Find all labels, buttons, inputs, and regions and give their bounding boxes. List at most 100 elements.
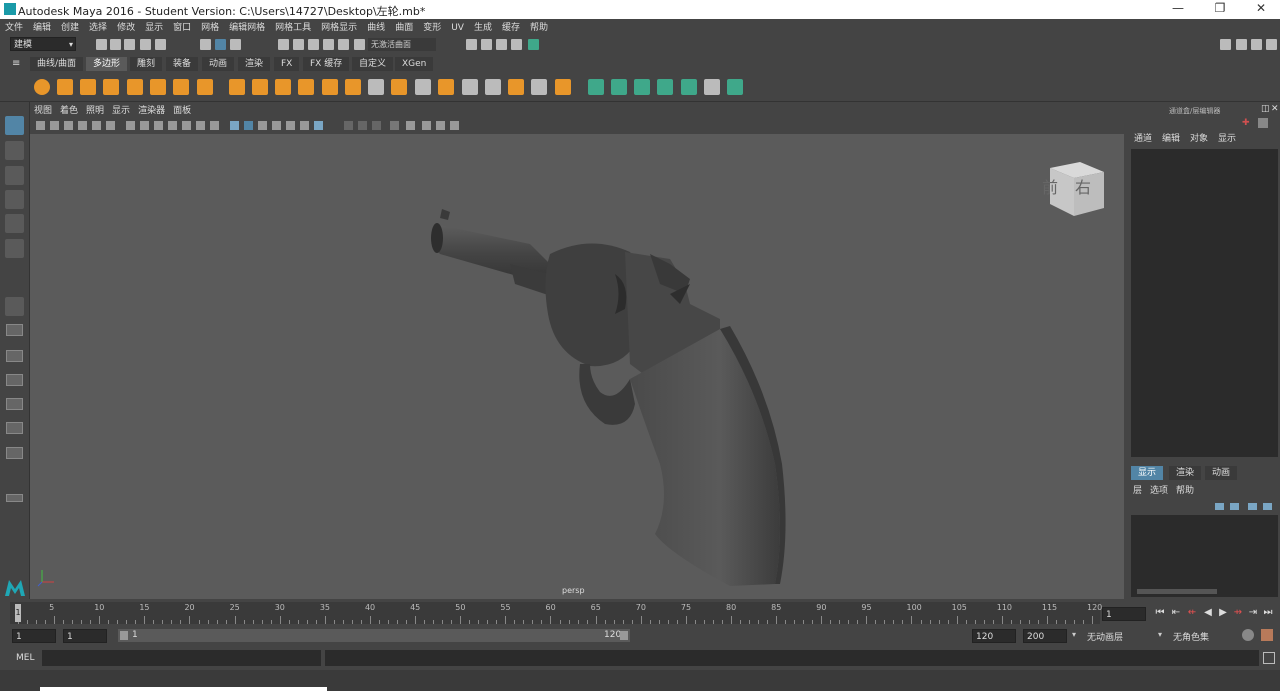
menu-generate[interactable]: 生成 (469, 19, 497, 33)
menu-mesh[interactable]: 网格 (196, 19, 224, 33)
insert-edge-loop-icon[interactable] (415, 79, 431, 95)
bevel-icon[interactable] (391, 79, 407, 95)
xray-icon[interactable] (406, 121, 415, 130)
automatic-map-icon[interactable] (657, 79, 673, 95)
new-scene-icon[interactable] (96, 39, 107, 50)
step-forward-key-icon[interactable]: ⇸ (1233, 607, 1243, 618)
perspective-viewport[interactable]: 前 右 persp (30, 134, 1124, 599)
image-plane-icon[interactable] (78, 121, 87, 130)
anim-layer-dropdown[interactable]: 无动画层 (1087, 630, 1123, 643)
chevron-down-icon[interactable]: ▾ (1072, 630, 1076, 639)
close-button[interactable]: ✕ (1251, 1, 1271, 15)
menu-display[interactable]: 显示 (140, 19, 168, 33)
shelf-options-icon[interactable]: ≡ (12, 58, 20, 69)
go-to-end-icon[interactable]: ⏭ (1263, 607, 1273, 618)
multi-cut-icon[interactable] (368, 79, 384, 95)
shadows-icon[interactable] (314, 121, 323, 130)
smooth-shade-icon[interactable] (244, 121, 253, 130)
target-weld-icon[interactable] (462, 79, 478, 95)
float-panel-icon[interactable]: ◫ (1261, 104, 1270, 114)
hypershade-icon[interactable] (528, 39, 539, 50)
resolution-gate-icon[interactable] (154, 121, 163, 130)
tab-anim-layers[interactable]: 动画 (1205, 466, 1238, 480)
lasso-tool-icon[interactable] (5, 141, 24, 160)
tab-curves-surfaces[interactable]: 曲线/曲面 (30, 57, 84, 71)
attribute-editor-icon[interactable] (1236, 39, 1247, 50)
xray-components-icon[interactable] (436, 121, 445, 130)
redo-icon[interactable] (155, 39, 166, 50)
poly-cone-icon[interactable] (103, 79, 119, 95)
modeling-toolkit-icon[interactable] (1220, 39, 1231, 50)
range-start-handle[interactable] (120, 631, 128, 640)
camera-attributes-icon[interactable] (50, 121, 59, 130)
select-component-icon[interactable] (230, 39, 241, 50)
four-view-layout-icon[interactable] (6, 324, 23, 336)
use-all-lights-icon[interactable] (300, 121, 309, 130)
render-settings-icon[interactable] (511, 39, 522, 50)
script-layout-icon[interactable] (6, 447, 23, 459)
menu-mesh-tools[interactable]: 网格工具 (270, 19, 316, 33)
snap-curve-icon[interactable] (293, 39, 304, 50)
menu-edit[interactable]: 编辑 (28, 19, 56, 33)
layer-list-scrollbar[interactable] (1137, 589, 1217, 594)
menu-modify[interactable]: 修改 (112, 19, 140, 33)
extrude-icon[interactable] (322, 79, 338, 95)
step-forward-frame-icon[interactable]: ⇥ (1248, 607, 1258, 618)
wedge-icon[interactable] (531, 79, 547, 95)
mirror-icon[interactable] (275, 79, 291, 95)
step-back-key-icon[interactable]: ⇷ (1187, 607, 1197, 618)
poly-pipe-icon[interactable] (197, 79, 213, 95)
motion-blur-icon[interactable] (358, 121, 367, 130)
grease-pencil-icon[interactable] (106, 121, 115, 130)
poly-plane-icon[interactable] (127, 79, 143, 95)
channel-menu-object[interactable]: 对象 (1185, 132, 1213, 147)
tab-fx[interactable]: FX (274, 57, 300, 71)
channel-box-list[interactable] (1131, 149, 1278, 457)
menu-uv[interactable]: UV (446, 22, 469, 33)
checker-map-icon[interactable] (704, 79, 720, 95)
bookmarks-icon[interactable] (64, 121, 73, 130)
script-editor-icon[interactable] (1263, 652, 1275, 664)
animation-end-field[interactable]: 200 (1023, 629, 1067, 643)
save-scene-icon[interactable] (124, 39, 135, 50)
menu-windows[interactable]: 窗口 (168, 19, 196, 33)
poly-torus-icon[interactable] (150, 79, 166, 95)
playback-end-field[interactable]: 120 (972, 629, 1016, 643)
playback-start-field[interactable]: 1 (63, 629, 107, 643)
viewport-menu-panels[interactable]: 面板 (169, 104, 195, 118)
channel-menu-edit[interactable]: 编辑 (1157, 132, 1185, 147)
xray-joints-icon[interactable] (422, 121, 431, 130)
minimize-button[interactable]: — (1168, 1, 1188, 15)
go-to-start-icon[interactable]: ⏮ (1155, 607, 1165, 618)
planar-map-icon[interactable] (588, 79, 604, 95)
backface-culling-icon[interactable] (450, 121, 459, 130)
maximize-button[interactable]: ❐ (1210, 1, 1230, 15)
tab-xgen[interactable]: XGen (395, 57, 434, 71)
script-language-label[interactable]: MEL (16, 653, 34, 663)
cylindrical-map-icon[interactable] (611, 79, 627, 95)
range-slider[interactable]: 1 120 (118, 629, 630, 642)
ipr-render-icon[interactable] (496, 39, 507, 50)
rotate-tool-icon[interactable] (5, 214, 24, 233)
uv-layout-panel-icon[interactable] (6, 422, 23, 434)
time-slider[interactable]: 5 10 15 20 25 30 35 40 45 50 55 60 65 70 75 80 85 90 95 100… (10, 602, 1102, 624)
character-set-dropdown[interactable]: 无角色集 (1173, 630, 1209, 643)
undo-icon[interactable] (140, 39, 151, 50)
poke-face-icon[interactable] (508, 79, 524, 95)
menu-deform[interactable]: 变形 (418, 19, 446, 33)
render-frame-icon[interactable] (481, 39, 492, 50)
menu-set-dropdown[interactable]: 建模 ▾ (10, 37, 76, 51)
command-input[interactable] (42, 650, 321, 666)
make-live-icon[interactable] (354, 39, 365, 50)
gate-mask-icon[interactable] (168, 121, 177, 130)
select-camera-icon[interactable] (36, 121, 45, 130)
revolver-model[interactable] (30, 134, 1124, 599)
safe-title-icon[interactable] (210, 121, 219, 130)
select-object-icon[interactable] (215, 39, 226, 50)
tab-rigging[interactable]: 装备 (166, 57, 199, 71)
default-material-icon[interactable] (258, 121, 267, 130)
move-tool-icon[interactable] (5, 190, 24, 209)
new-layer-icon[interactable] (1248, 503, 1257, 510)
wireframe-icon[interactable] (230, 121, 239, 130)
spherical-map-icon[interactable] (634, 79, 650, 95)
